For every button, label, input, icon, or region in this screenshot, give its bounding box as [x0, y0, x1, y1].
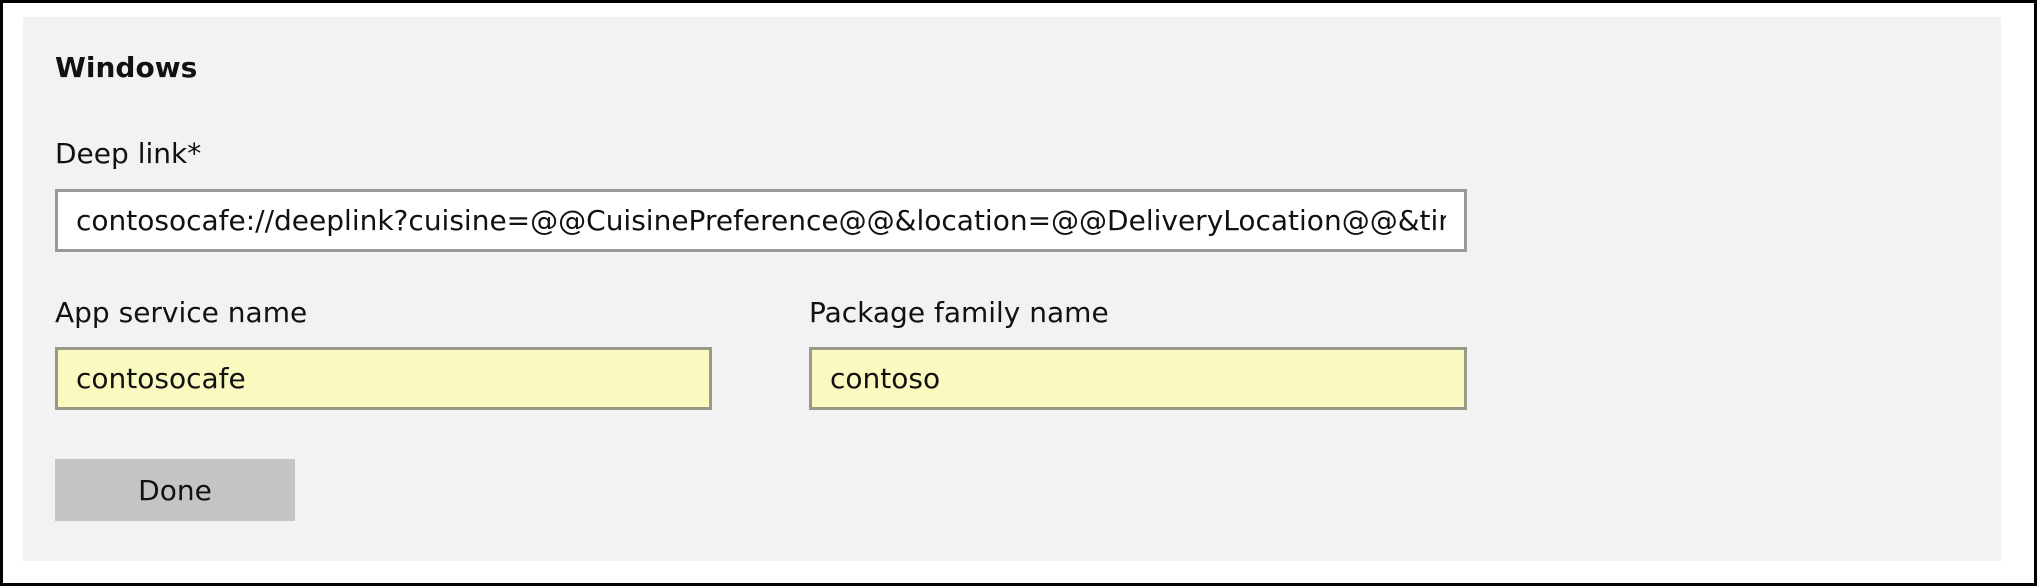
section-title: Windows — [55, 51, 198, 84]
done-button[interactable]: Done — [55, 459, 295, 521]
package-family-name-input[interactable] — [809, 347, 1467, 410]
package-family-name-label: Package family name — [809, 296, 1109, 329]
windows-settings-panel — [23, 17, 2001, 561]
deep-link-label: Deep link* — [55, 137, 202, 170]
app-service-name-input[interactable] — [55, 347, 712, 410]
app-service-name-label: App service name — [55, 296, 308, 329]
dialog-frame: Windows Deep link* App service name Pack… — [0, 0, 2037, 586]
deep-link-input[interactable] — [55, 189, 1467, 252]
